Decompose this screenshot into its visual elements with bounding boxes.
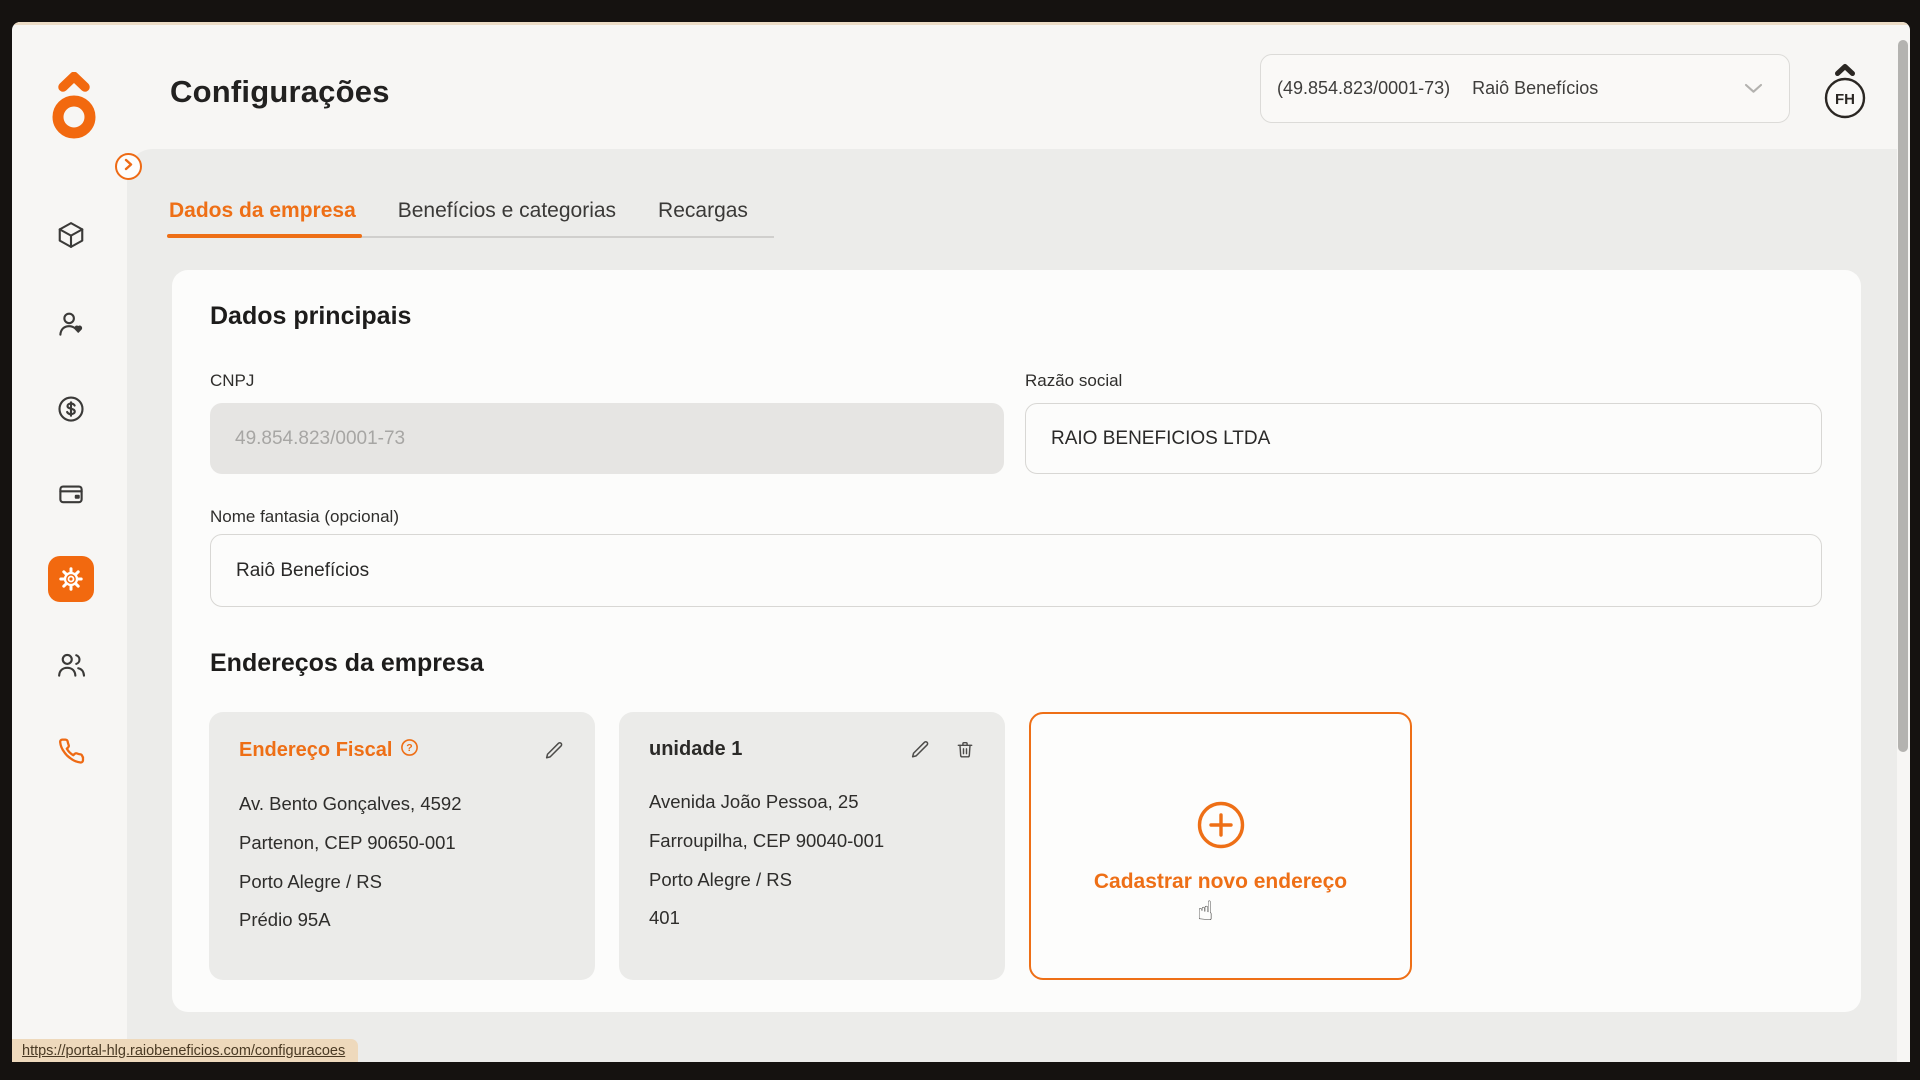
address-line: Prédio 95A	[239, 901, 565, 940]
company-data-card: Dados principais CNPJ Razão social Nome …	[172, 270, 1861, 1012]
section-heading-dados-principais: Dados principais	[210, 302, 411, 331]
address-line: Farroupilha, CEP 90040-001	[649, 822, 975, 861]
raio-logo	[51, 72, 97, 145]
sidebar-item-settings[interactable]	[48, 556, 94, 602]
page-title: Configurações	[170, 74, 390, 110]
content-panel: Dados da empresa Benefícios e categorias…	[127, 149, 1897, 1062]
user-avatar[interactable]: FH	[1823, 62, 1867, 122]
user-heart-icon	[56, 309, 86, 339]
razao-social-label: Razão social	[1025, 371, 1122, 391]
delete-address-icon[interactable]	[955, 739, 975, 760]
sidebar-item-products[interactable]	[48, 212, 94, 258]
address-line: 401	[649, 899, 975, 938]
address-card-title: unidade 1	[649, 738, 742, 761]
wallet-icon	[56, 479, 86, 509]
edit-address-icon[interactable]	[544, 740, 565, 761]
nome-fantasia-label: Nome fantasia (opcional)	[210, 507, 399, 527]
nome-fantasia-input[interactable]	[210, 534, 1822, 607]
address-card-title: Endereço Fiscal ?	[239, 738, 419, 763]
hand-cursor-icon: ☝	[1197, 896, 1213, 927]
package-icon	[56, 220, 86, 250]
tab-bar: Dados da empresa Benefícios e categorias…	[169, 199, 774, 238]
address-line: Av. Bento Gonçalves, 4592	[239, 785, 565, 824]
sidebar-item-collaborators[interactable]	[48, 301, 94, 347]
address-card-unidade-1: unidade 1	[619, 712, 1005, 980]
sidebar-item-support[interactable]	[48, 727, 94, 773]
razao-social-input[interactable]	[1025, 403, 1822, 474]
coin-dollar-icon	[56, 394, 86, 424]
company-selector-name: Raiô Benefícios	[1472, 78, 1598, 99]
section-heading-enderecos: Endereços da empresa	[210, 649, 484, 678]
company-selector-cnpj: (49.854.823/0001-73)	[1277, 78, 1450, 99]
edit-address-icon[interactable]	[910, 739, 931, 760]
cnpj-input	[210, 403, 1004, 474]
tab-recargas[interactable]: Recargas	[658, 199, 748, 223]
tab-beneficios-e-categorias[interactable]: Benefícios e categorias	[398, 199, 616, 223]
app-window: Configurações (49.854.823/0001-73) Raiô …	[12, 22, 1910, 1062]
phone-icon	[57, 736, 86, 765]
company-selector[interactable]: (49.854.823/0001-73) Raiô Benefícios	[1260, 54, 1790, 123]
address-card-fiscal: Endereço Fiscal ?	[209, 712, 595, 980]
sidebar-item-wallet[interactable]	[48, 471, 94, 517]
svg-text:FH: FH	[1835, 91, 1855, 108]
sidebar	[12, 22, 127, 1062]
plus-circle-icon	[1195, 799, 1247, 856]
svg-text:?: ?	[407, 742, 413, 754]
chevron-down-icon	[1744, 83, 1763, 94]
sidebar-expand-button[interactable]	[115, 153, 142, 180]
vertical-scrollbar[interactable]	[1898, 40, 1908, 752]
address-lines: Av. Bento Gonçalves, 4592 Partenon, CEP …	[239, 785, 565, 940]
help-icon[interactable]: ?	[400, 738, 419, 763]
address-lines: Avenida João Pessoa, 25 Farroupilha, CEP…	[649, 783, 975, 938]
add-address-button[interactable]: Cadastrar novo endereço ☝	[1029, 712, 1412, 980]
sidebar-item-finance[interactable]	[48, 386, 94, 432]
address-line: Porto Alegre / RS	[239, 863, 565, 902]
chevron-right-icon	[124, 158, 133, 176]
address-line: Avenida João Pessoa, 25	[649, 783, 975, 822]
address-line: Porto Alegre / RS	[649, 861, 975, 900]
address-line: Partenon, CEP 90650-001	[239, 824, 565, 863]
sidebar-item-team[interactable]	[48, 642, 94, 688]
cnpj-label: CNPJ	[210, 371, 254, 391]
users-icon	[56, 650, 86, 680]
tab-dados-da-empresa[interactable]: Dados da empresa	[169, 199, 356, 223]
add-address-label: Cadastrar novo endereço	[1094, 870, 1347, 894]
link-url-statusbar: https://portal-hlg.raiobeneficios.com/co…	[12, 1039, 358, 1062]
settings-gear-icon	[56, 564, 86, 594]
